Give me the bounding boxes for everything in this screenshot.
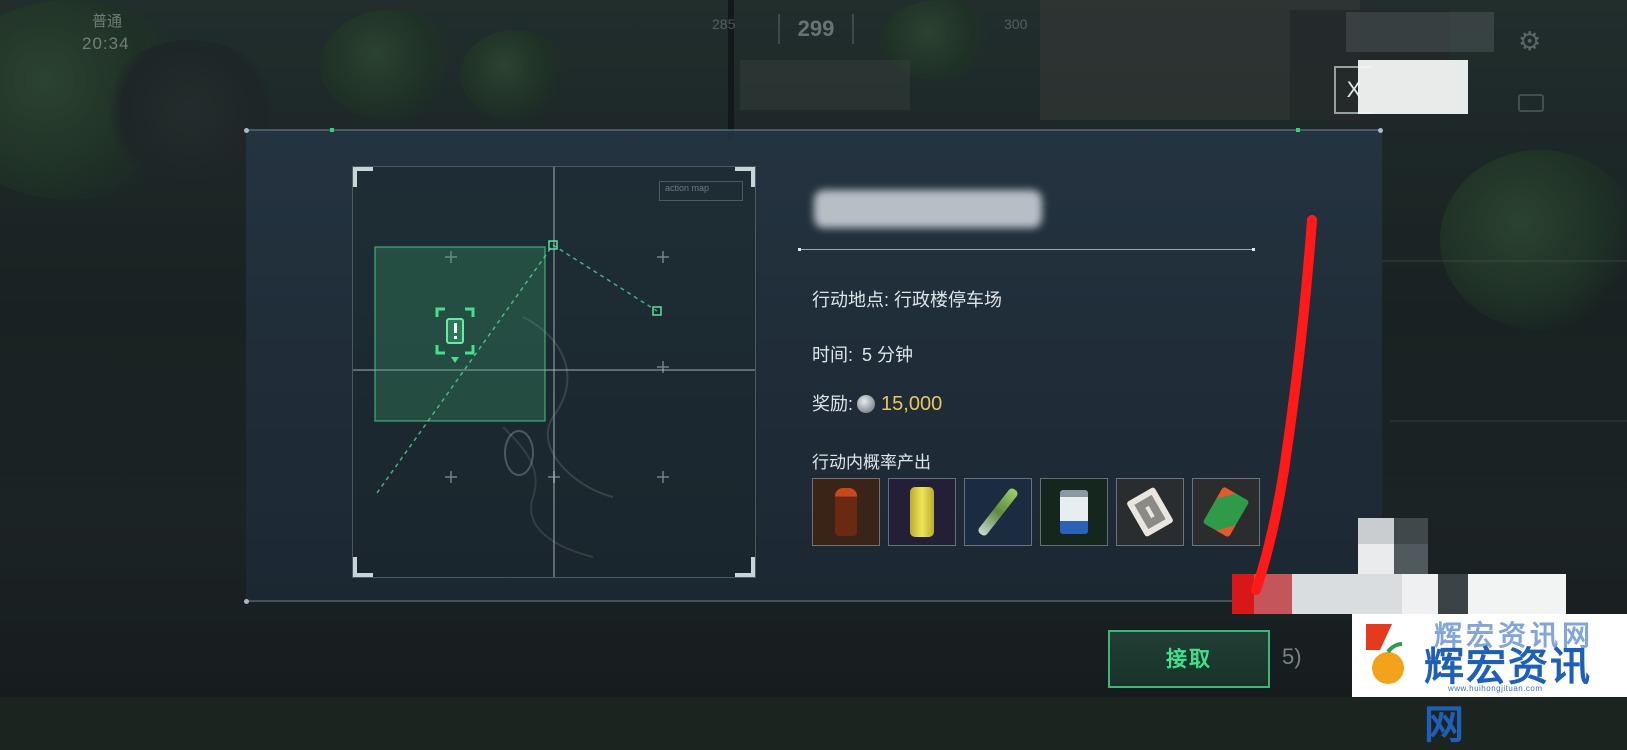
watermark-url: www.huihongjituan.com <box>1448 684 1543 693</box>
watermark: 辉宏资讯网 辉宏资讯网 www.huihongjituan.com <box>1352 614 1627 747</box>
watermark-logo <box>1366 624 1404 684</box>
red-annotation-stroke <box>1251 215 1317 595</box>
